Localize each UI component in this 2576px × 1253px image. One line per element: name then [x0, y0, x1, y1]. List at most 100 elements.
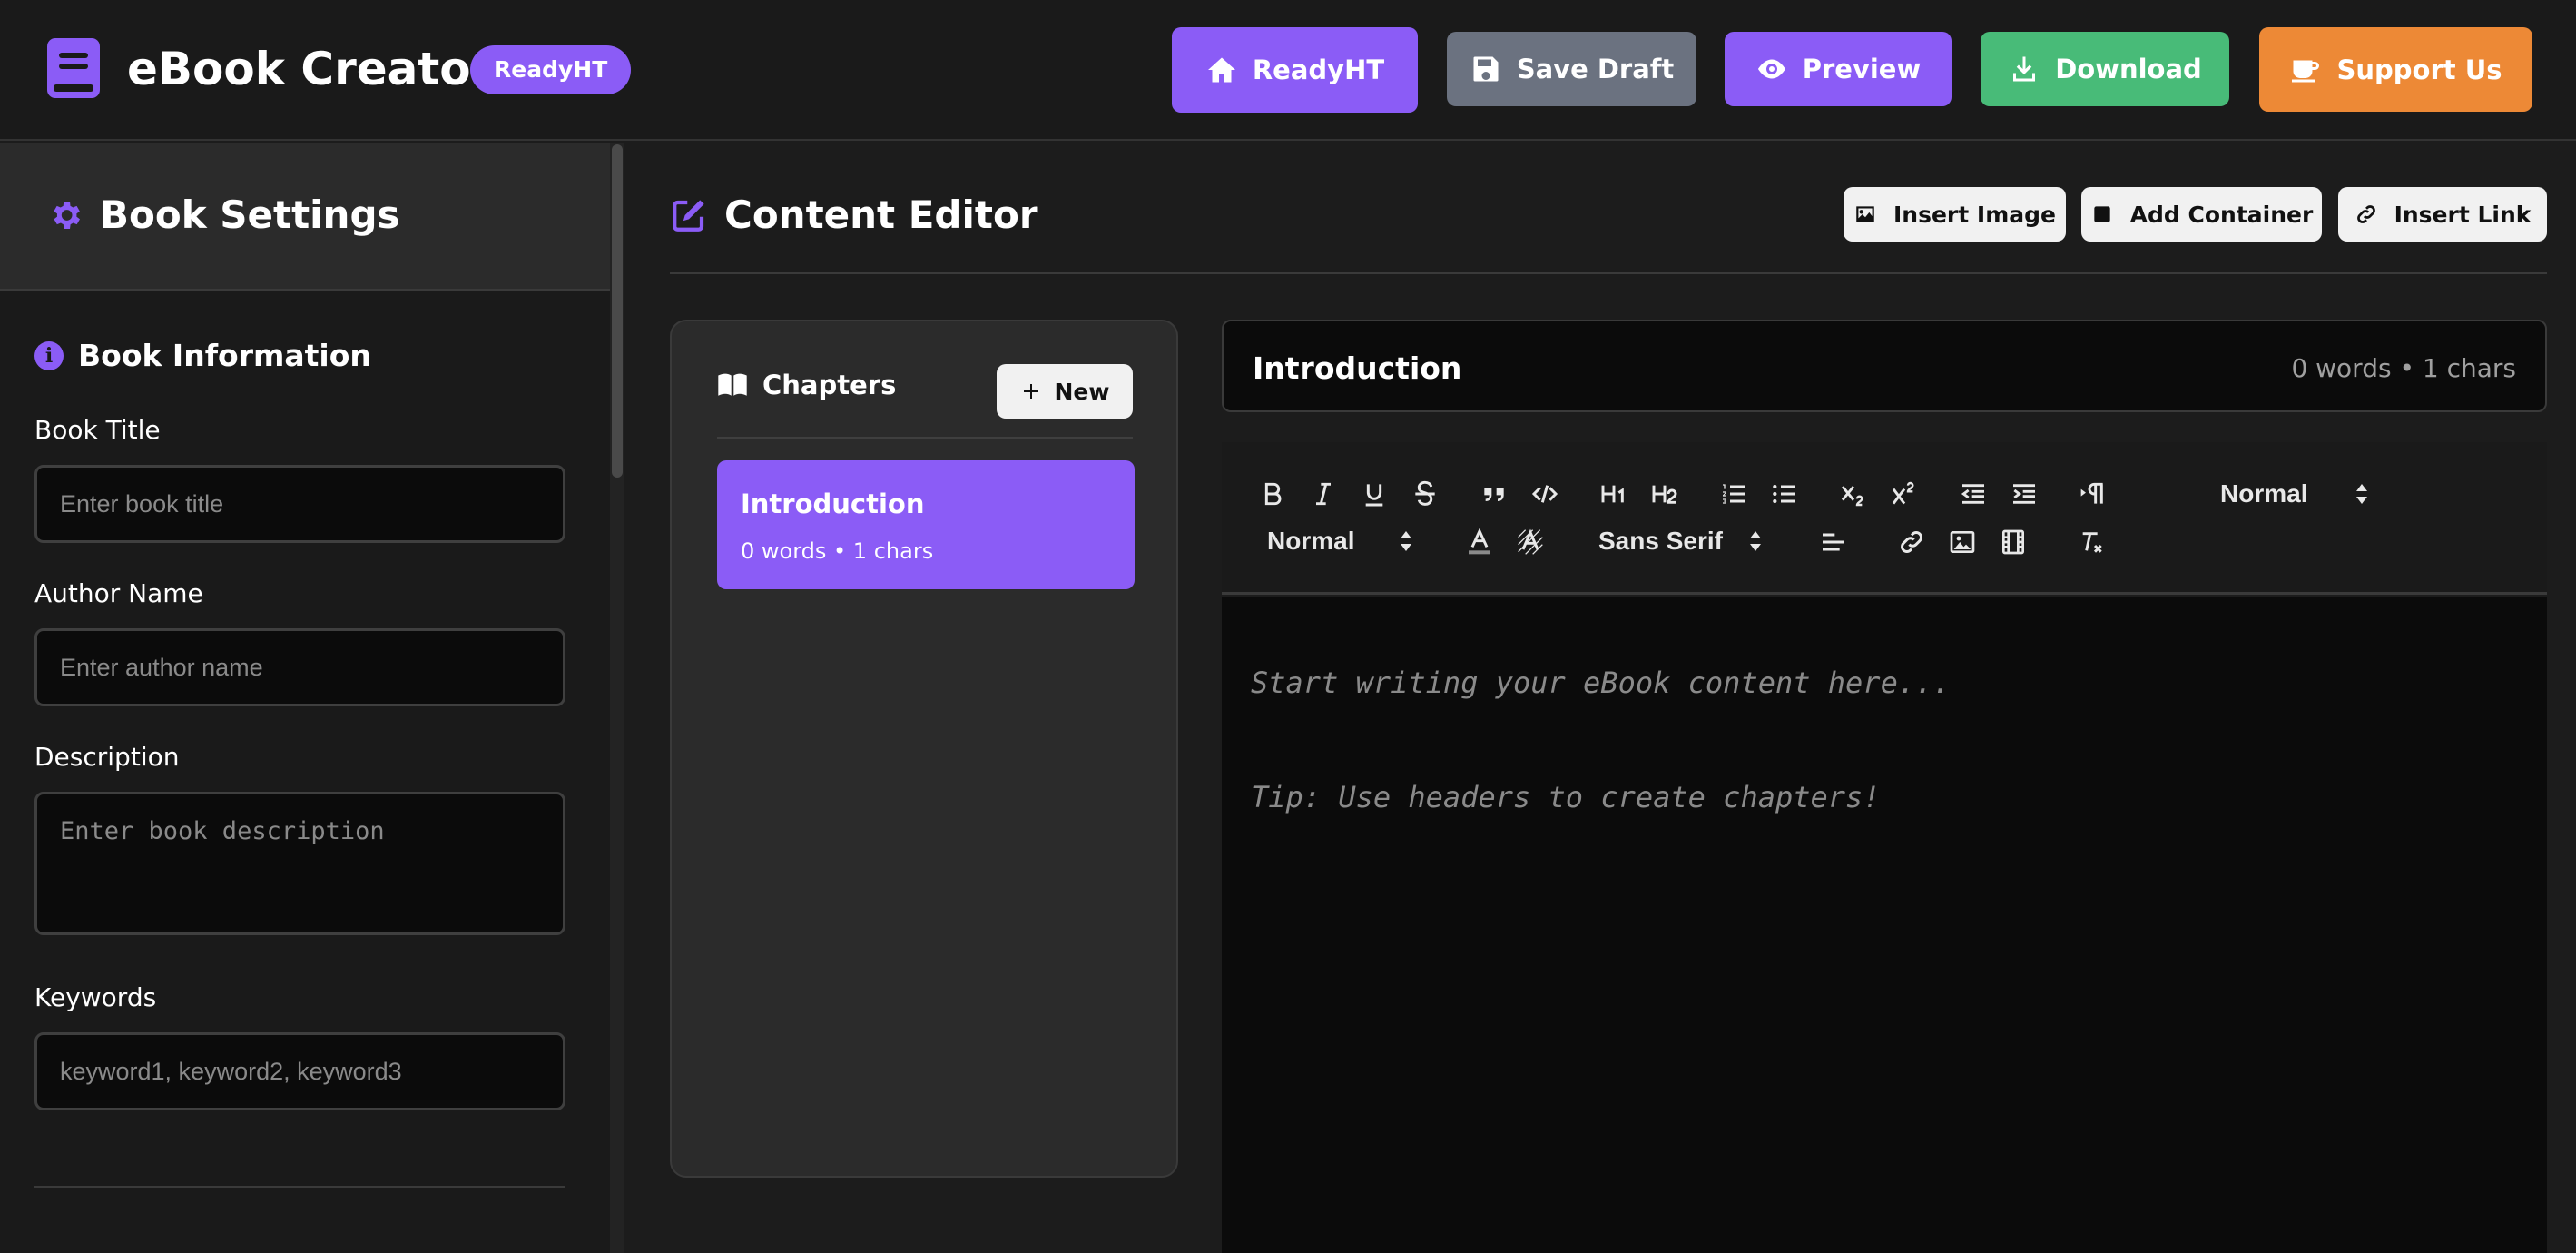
chapters-heading: Chapters	[717, 369, 896, 401]
link-icon	[1901, 531, 1922, 553]
bullet-list-button[interactable]	[1766, 476, 1803, 512]
editor-placeholder-line-1: Start writing your eBook content here...	[1251, 666, 1951, 700]
ordered-list-button[interactable]	[1716, 476, 1752, 512]
font-select-value[interactable]: Sans Serif	[1598, 526, 1723, 557]
highlight-color-icon	[1518, 528, 1543, 555]
chapter-list-item[interactable]: Introduction 0 words • 1 chars	[717, 460, 1135, 589]
chapters-divider	[717, 437, 1133, 439]
superscript-button[interactable]	[1886, 476, 1922, 512]
film-icon	[2002, 529, 2024, 555]
add-container-button[interactable]: Add Container	[2081, 187, 2322, 242]
keywords-input[interactable]	[34, 1032, 565, 1110]
insert-image-label: Insert Image	[1893, 201, 2056, 228]
content-editor-panel: Content Editor Insert Image Add Containe…	[624, 143, 2576, 1253]
chapter-item-title: Introduction	[741, 488, 925, 519]
clear-formatting-icon	[2082, 532, 2102, 553]
size-select-value[interactable]: Normal	[1267, 526, 1354, 557]
edit-icon	[673, 200, 704, 232]
chapters-title: Chapters	[762, 370, 897, 400]
current-chapter-header: Introduction 0 words • 1 chars	[1222, 320, 2547, 412]
new-chapter-label: New	[1054, 378, 1110, 405]
font-select-caret[interactable]	[1748, 528, 1763, 555]
code-icon	[1531, 485, 1558, 503]
sidebar-title: Book Settings	[100, 192, 400, 237]
save-draft-button[interactable]: Save Draft	[1447, 32, 1696, 106]
download-icon	[2013, 56, 2036, 82]
preview-button[interactable]: Preview	[1725, 32, 1952, 106]
background-color-button[interactable]	[1512, 524, 1549, 560]
chapters-panel: Chapters New Introduction 0 words • 1 ch…	[670, 320, 1178, 1178]
sidebar-scrollbar[interactable]	[610, 143, 624, 1253]
bullet-list-icon	[1773, 484, 1795, 504]
indent-icon	[2013, 484, 2035, 504]
readyht-button-label: ReadyHT	[1252, 54, 1385, 85]
italic-button[interactable]	[1305, 476, 1342, 512]
bold-button[interactable]	[1254, 476, 1291, 512]
size-select-caret[interactable]	[1399, 528, 1413, 555]
sidebar-scrollbar-thumb[interactable]	[612, 144, 623, 478]
content-editor-title: Content Editor	[724, 192, 1038, 237]
preview-button-label: Preview	[1802, 54, 1922, 84]
header-select-value[interactable]: Normal	[2220, 479, 2307, 509]
sidebar-divider	[34, 1186, 565, 1188]
gear-icon	[54, 202, 80, 229]
insert-link-button[interactable]: Insert Link	[2338, 187, 2547, 242]
clear-formatting-button[interactable]	[2073, 524, 2109, 560]
book-title-input[interactable]	[34, 465, 565, 543]
indent-button[interactable]	[2006, 476, 2042, 512]
subscript-button[interactable]	[1835, 476, 1872, 512]
author-name-input[interactable]	[34, 628, 565, 706]
align-button[interactable]	[1815, 524, 1852, 560]
video-button[interactable]	[1995, 524, 2031, 560]
underline-icon	[1365, 484, 1383, 507]
current-chapter-stats: 0 words • 1 chars	[2291, 353, 2516, 383]
description-textarea[interactable]	[34, 792, 565, 935]
info-icon: i	[34, 341, 64, 370]
underline-button[interactable]	[1356, 476, 1392, 512]
strikethrough-icon	[1415, 480, 1435, 506]
support-us-button[interactable]: Support Us	[2259, 27, 2532, 112]
link-button[interactable]	[1893, 524, 1930, 560]
eye-icon	[1757, 59, 1785, 79]
text-color-button[interactable]	[1461, 524, 1498, 560]
rich-text-editor[interactable]: Start writing your eBook content here...…	[1222, 597, 2547, 1253]
heading-2-icon	[1652, 485, 1677, 504]
download-button-label: Download	[2055, 54, 2202, 84]
outdent-button[interactable]	[1955, 476, 1991, 512]
home-icon	[1207, 57, 1235, 83]
superscript-icon	[1892, 481, 1914, 505]
insert-image-button[interactable]: Insert Image	[1844, 187, 2066, 242]
coffee-cup-icon	[2292, 60, 2320, 82]
code-block-button[interactable]	[1527, 476, 1563, 512]
formatting-toolbar: Normal Normal Sans Serif	[1222, 442, 2547, 595]
strikethrough-button[interactable]	[1407, 476, 1443, 512]
brand-badge: ReadyHT	[470, 45, 632, 94]
header-select-caret[interactable]	[2355, 480, 2369, 508]
heading-1-icon	[1601, 485, 1624, 503]
book-title-label: Book Title	[34, 415, 161, 445]
outdent-icon	[1961, 484, 1984, 504]
text-direction-button[interactable]	[2075, 476, 2111, 512]
support-us-button-label: Support Us	[2336, 54, 2502, 85]
book-settings-sidebar: Book Settings i Book Information Book Ti…	[0, 143, 610, 1253]
blockquote-button[interactable]	[1476, 476, 1512, 512]
top-bar: eBook Creator ReadyHT ReadyHT Save Draft…	[0, 0, 2576, 141]
new-chapter-button[interactable]: New	[997, 364, 1133, 419]
heading-2-button[interactable]	[1647, 476, 1683, 512]
image-icon	[1856, 206, 1874, 222]
heading-1-button[interactable]	[1596, 476, 1632, 512]
book-logo-icon	[47, 38, 100, 98]
app-title: eBook Creator	[127, 43, 494, 95]
ordered-list-icon	[1723, 484, 1745, 504]
text-color-icon	[1469, 528, 1490, 555]
chapter-item-stats: 0 words • 1 chars	[741, 538, 934, 564]
image-button[interactable]	[1944, 524, 1981, 560]
square-icon	[2094, 206, 2110, 222]
current-chapter-title[interactable]: Introduction	[1253, 350, 1461, 387]
content-editor-heading: Content Editor	[670, 192, 1038, 238]
readyht-button[interactable]: ReadyHT	[1172, 27, 1418, 113]
image-icon	[1950, 531, 1975, 553]
bold-icon	[1264, 482, 1282, 506]
plus-icon	[1023, 384, 1038, 399]
download-button[interactable]: Download	[1981, 32, 2229, 106]
